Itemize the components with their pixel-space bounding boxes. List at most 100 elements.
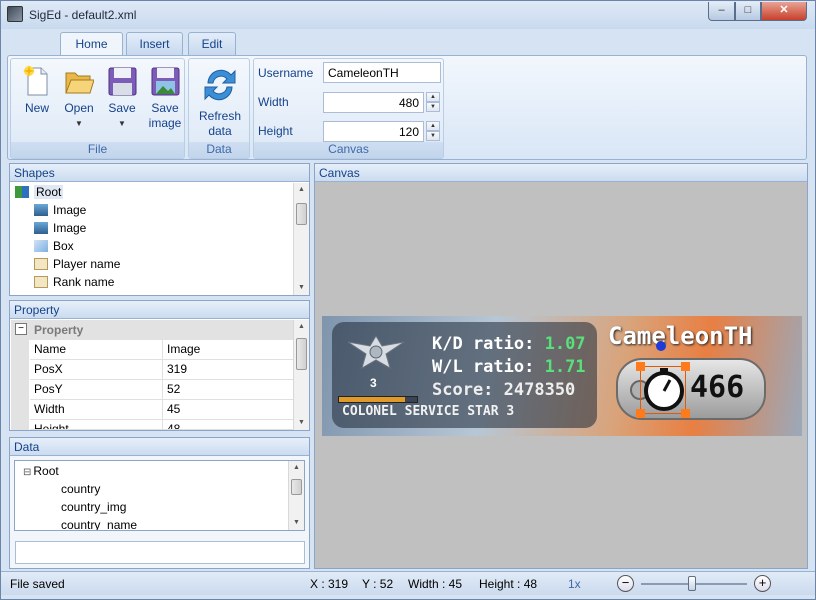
signature-image[interactable]: 3 COLONEL SERVICE STAR 3 K/D ratio: 1.07…: [322, 316, 802, 436]
save-image-icon: [150, 65, 180, 97]
property-group-header[interactable]: − Property: [11, 320, 293, 340]
scroll-down-icon[interactable]: ▼: [294, 281, 309, 295]
width-input[interactable]: [323, 92, 424, 113]
width-label: Width: [258, 95, 289, 109]
resize-handle[interactable]: [636, 362, 645, 371]
scroll-up-icon[interactable]: ▲: [294, 183, 309, 197]
new-button[interactable]: New: [17, 65, 57, 116]
tree-root[interactable]: Root: [15, 183, 64, 201]
property-value[interactable]: Image: [162, 340, 200, 359]
status-width: Width : 45: [408, 577, 463, 591]
table-row[interactable]: PosY 52: [30, 380, 300, 400]
property-key: Name: [34, 342, 67, 356]
list-item-label: Image: [53, 221, 87, 235]
status-bar: File saved X : 319 Y : 52 Width : 45 Hei…: [1, 571, 815, 595]
zoom-in-icon[interactable]: +: [754, 575, 771, 592]
shapes-panel-title: Shapes: [10, 164, 309, 182]
wl-value: 1.71: [544, 357, 586, 377]
height-input[interactable]: [323, 121, 424, 142]
property-scrollbar[interactable]: ▲ ▼: [293, 320, 309, 430]
save-image-button[interactable]: Save image: [144, 65, 186, 131]
scroll-thumb[interactable]: [296, 203, 307, 225]
save-button[interactable]: Save ▼: [102, 65, 142, 131]
status-message: File saved: [10, 577, 65, 591]
property-panel: Property − Property Name Image PosX 319 Po…: [9, 300, 310, 431]
list-item-label: Box: [53, 239, 74, 253]
tab-home[interactable]: Home: [60, 32, 123, 56]
image-icon: [34, 204, 48, 216]
ribbon-group-canvas: Username Width ▲▼ Height ▲▼ Canvas: [253, 58, 444, 159]
ribbon-group-file: New Open ▼ Save ▼ Save image File: [10, 58, 185, 159]
up-arrow-icon[interactable]: ▲: [426, 121, 440, 131]
property-key: Width: [34, 402, 65, 416]
table-row[interactable]: PosX 319: [30, 360, 300, 380]
resize-handle[interactable]: [636, 409, 645, 418]
rotation-handle[interactable]: [656, 341, 666, 351]
data-panel-title: Data: [10, 438, 309, 456]
status-y: Y : 52: [362, 577, 394, 591]
list-item[interactable]: country_img: [61, 498, 126, 516]
down-arrow-icon[interactable]: ▼: [426, 131, 440, 141]
open-dropdown-icon[interactable]: ▼: [59, 116, 99, 131]
ribbon-group-data: Refresh data Data: [188, 58, 250, 159]
shapes-root-icon: [15, 186, 29, 198]
data-input[interactable]: [15, 541, 305, 564]
kd-label: K/D ratio:: [432, 334, 545, 354]
open-button[interactable]: Open ▼: [59, 65, 99, 131]
property-value[interactable]: 48: [162, 420, 180, 429]
down-arrow-icon[interactable]: ▼: [426, 102, 440, 112]
list-item[interactable]: country_name: [61, 516, 137, 530]
tab-insert[interactable]: Insert: [126, 32, 183, 56]
width-stepper[interactable]: ▲ ▼: [426, 92, 440, 113]
close-button[interactable]: ✕: [761, 2, 807, 21]
scroll-down-icon[interactable]: ▼: [289, 516, 304, 530]
up-arrow-icon[interactable]: ▲: [426, 92, 440, 102]
property-value[interactable]: 52: [162, 380, 180, 399]
property-value[interactable]: 45: [162, 400, 180, 419]
maximize-button[interactable]: □: [735, 2, 761, 21]
zoom-out-icon[interactable]: −: [617, 575, 634, 592]
tab-edit[interactable]: Edit: [188, 32, 236, 56]
scroll-up-icon[interactable]: ▲: [294, 320, 309, 334]
zoom-slider-thumb[interactable]: [688, 576, 696, 591]
resize-handle[interactable]: [681, 409, 690, 418]
list-item[interactable]: Image: [34, 219, 86, 237]
height-stepper[interactable]: ▲ ▼: [426, 121, 440, 142]
new-file-icon: [22, 65, 52, 97]
table-row[interactable]: Width 45: [30, 400, 300, 420]
scroll-down-icon[interactable]: ▼: [294, 416, 309, 430]
table-row[interactable]: Name Image: [30, 340, 300, 360]
status-x: X : 319: [310, 577, 349, 591]
tree-root-label: Root: [33, 464, 59, 478]
tree-root[interactable]: ⊟ Root: [23, 462, 59, 480]
scroll-thumb[interactable]: [296, 338, 307, 370]
save-icon: [107, 65, 137, 97]
collapse-icon[interactable]: −: [15, 323, 27, 335]
selection-box[interactable]: [636, 362, 690, 418]
collapse-icon[interactable]: ⊟: [23, 467, 31, 478]
scroll-thumb[interactable]: [291, 479, 302, 495]
property-value[interactable]: 319: [162, 360, 187, 379]
list-item[interactable]: Image: [34, 201, 86, 219]
list-item[interactable]: Box: [34, 237, 74, 255]
save-label: Save: [108, 101, 136, 115]
title-bar[interactable]: SigEd - default2.xml – □ ✕: [1, 1, 815, 29]
scroll-up-icon[interactable]: ▲: [289, 461, 304, 475]
username-input[interactable]: [323, 62, 441, 83]
rank-name: COLONEL SERVICE STAR 3: [342, 404, 515, 419]
zoom-level[interactable]: 1x: [568, 577, 581, 591]
property-key: PosY: [34, 382, 63, 396]
table-row[interactable]: Height 48: [30, 420, 300, 430]
shapes-scrollbar[interactable]: ▲ ▼: [293, 183, 309, 295]
resize-handle[interactable]: [681, 362, 690, 371]
rank-number: 3: [370, 376, 377, 390]
minimize-button[interactable]: –: [708, 2, 735, 21]
property-key: Height: [34, 422, 69, 430]
data-scrollbar[interactable]: ▲ ▼: [288, 461, 304, 530]
list-item[interactable]: country: [61, 480, 100, 498]
list-item[interactable]: Rank name: [34, 273, 114, 291]
save-dropdown-icon[interactable]: ▼: [102, 116, 142, 131]
canvas-panel-title: Canvas: [315, 164, 807, 182]
list-item[interactable]: Player name: [34, 255, 120, 273]
refresh-data-button[interactable]: Refresh data: [195, 65, 245, 139]
